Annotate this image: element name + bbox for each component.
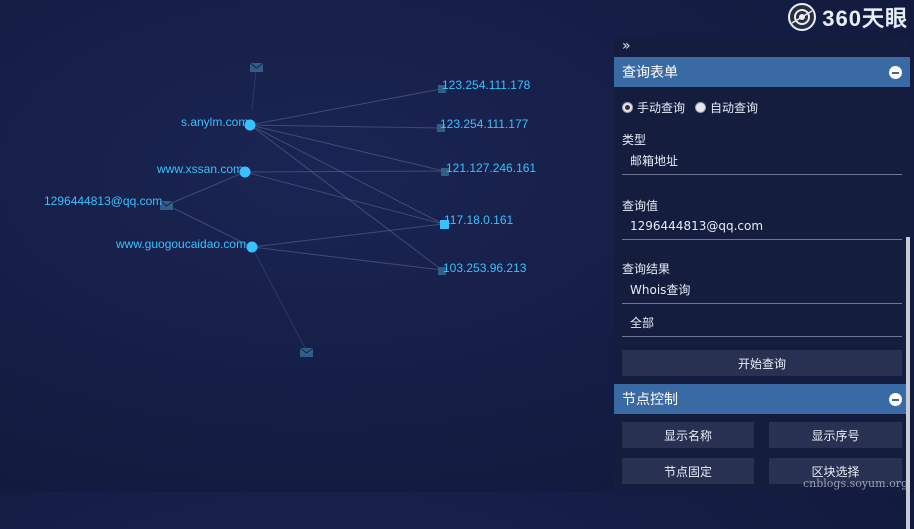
domain-node-label: www.xssan.com	[156, 162, 243, 176]
fix-node-button[interactable]: 节点固定	[622, 458, 754, 484]
mail-icon	[249, 62, 264, 72]
email-node-1[interactable]: 1296444813@qq.com	[44, 194, 174, 210]
ip-node-4[interactable]: 117.18.0.161	[440, 213, 514, 229]
domain-node-dot	[246, 241, 258, 253]
node-control-title: 节点控制	[622, 392, 678, 408]
ip-node-2[interactable]: 123.254.111.177	[437, 117, 529, 132]
email-node-2[interactable]	[249, 62, 264, 72]
ip-node-label: 121.127.246.161	[446, 161, 536, 175]
type-select[interactable]: 邮箱地址	[622, 149, 902, 175]
watermark: cnblogs.soyum.org	[802, 477, 908, 490]
query-value-input[interactable]: 1296444813@qq.com	[622, 214, 902, 240]
query-value-label: 查询值	[622, 199, 659, 213]
domain-node-1[interactable]: s.anylm.com	[181, 115, 256, 131]
query-mode-group: 手动查询 自动查询	[622, 99, 764, 116]
manual-query-label: 手动查询	[637, 101, 686, 115]
collapse-minus-icon[interactable]	[889, 65, 902, 79]
ip-node-1[interactable]: 123.254.111.178	[438, 78, 531, 93]
result-option-all[interactable]: 全部	[622, 311, 902, 337]
ip-node-5[interactable]: 103.253.96.213	[438, 261, 527, 275]
query-form-title: 查询表单	[622, 65, 678, 81]
ip-node-label: 123.254.111.177	[440, 117, 529, 131]
query-result-label: 查询结果	[622, 262, 671, 276]
start-query-button[interactable]: 开始查询	[622, 350, 902, 376]
domain-node-label: www.guogoucaidao.com	[115, 237, 246, 251]
manual-query-radio[interactable]	[622, 102, 633, 113]
brand-logo: 360天眼	[788, 2, 908, 32]
result-option-whois[interactable]: Whois查询	[622, 278, 902, 304]
collapse-minus-icon[interactable]	[889, 392, 902, 406]
ip-node-label: 117.18.0.161	[444, 213, 514, 227]
ip-node-label: 103.253.96.213	[443, 261, 527, 275]
domain-node-2[interactable]: www.xssan.com	[156, 162, 251, 178]
type-label: 类型	[622, 133, 647, 147]
auto-query-label: 自动查询	[710, 101, 759, 115]
domain-node-3[interactable]: www.guogoucaidao.com	[115, 237, 258, 253]
graph-edges	[166, 69, 445, 351]
show-index-button[interactable]: 显示序号	[769, 422, 902, 448]
domain-node-label: s.anylm.com	[181, 115, 248, 129]
query-panel: » 查询表单 手动查询 自动查询 类型 邮箱地址 查询值 1296444813@…	[614, 37, 910, 529]
node-control-header[interactable]: 节点控制	[614, 384, 910, 414]
show-name-button[interactable]: 显示名称	[622, 422, 754, 448]
ip-node-3[interactable]: 121.127.246.161	[441, 161, 536, 176]
mail-icon	[299, 347, 314, 357]
double-chevron-right-icon[interactable]: »	[622, 37, 631, 55]
email-node-label: 1296444813@qq.com	[44, 194, 162, 208]
ip-node-label: 123.254.111.178	[442, 78, 531, 92]
eye-logo-icon	[788, 3, 817, 31]
auto-query-radio[interactable]	[695, 102, 707, 113]
email-node-3[interactable]	[299, 347, 314, 357]
query-form-header[interactable]: 查询表单	[614, 57, 910, 87]
relationship-graph[interactable]: 1296444813@qq.com s.anylm.com www.xssan.…	[0, 0, 614, 492]
brand-name: 360天眼	[822, 6, 908, 31]
